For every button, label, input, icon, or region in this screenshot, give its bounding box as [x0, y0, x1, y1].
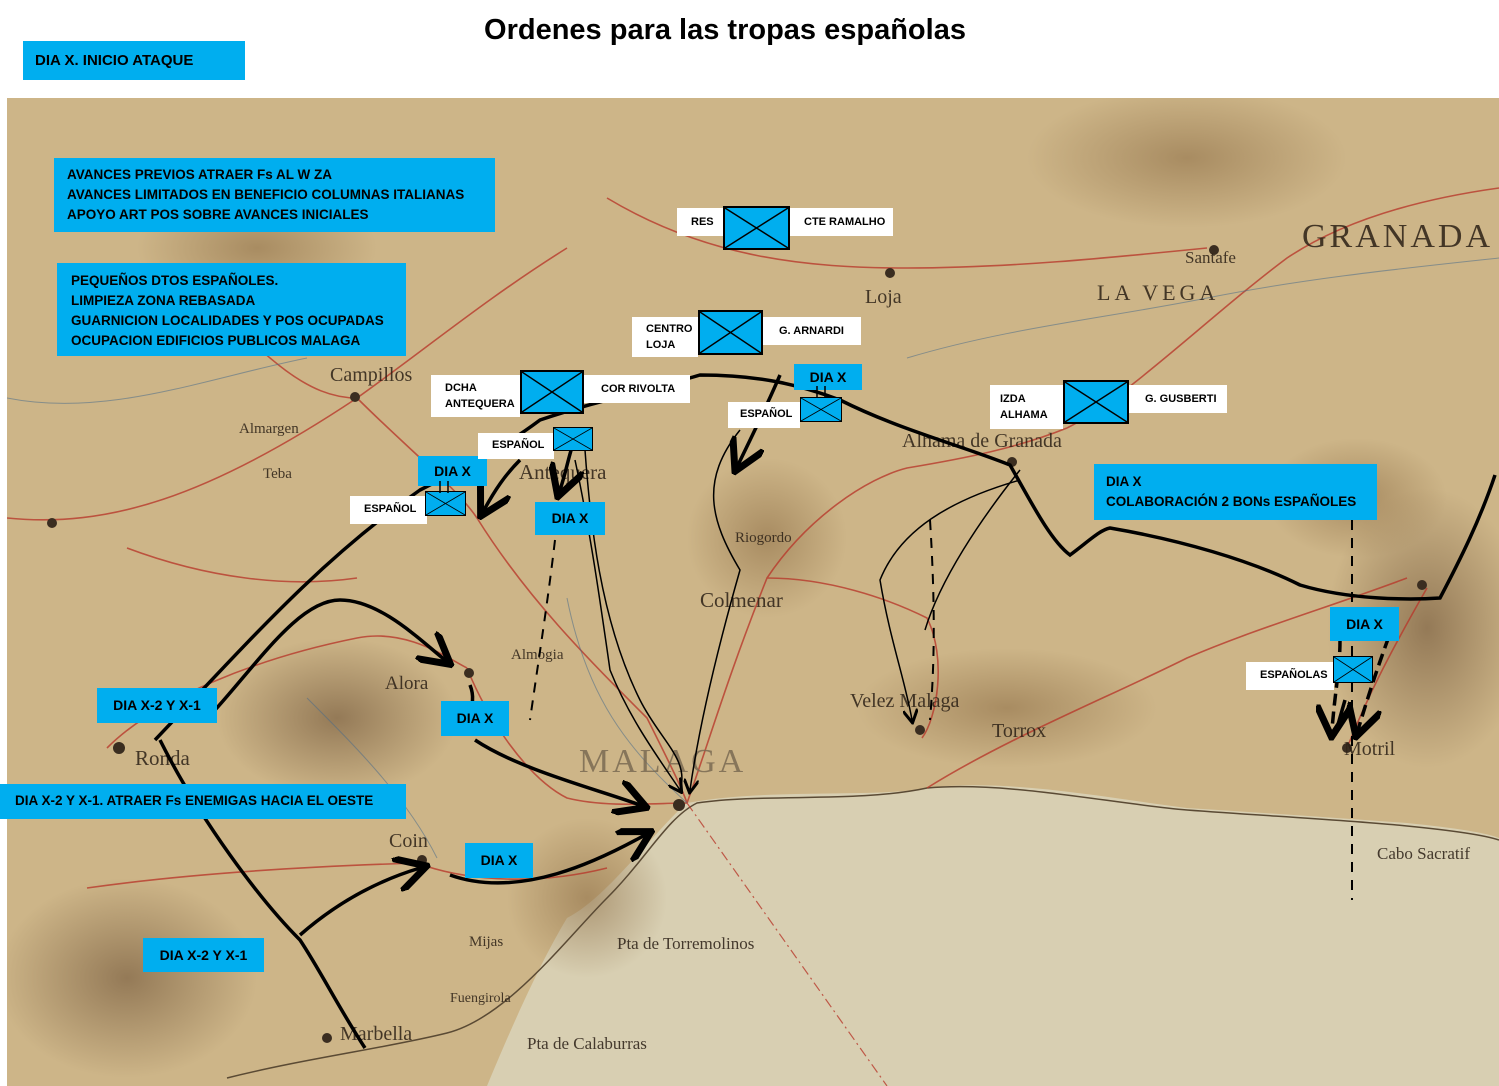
note-pequenos: PEQUEÑOS DTOS ESPAÑOLES. LIMPIEZA ZONA R…	[57, 263, 406, 356]
place-almogia: Almogia	[511, 647, 564, 663]
place-loja: Loja	[865, 286, 902, 308]
place-torrox: Torrox	[992, 720, 1047, 742]
place-santafe: Santafe	[1185, 248, 1236, 267]
place-velez: Velez Malaga	[850, 690, 960, 712]
espanol-label-2: ESPAÑOL	[478, 433, 554, 459]
place-teba: Teba	[263, 466, 292, 482]
espanol-symbol-3	[425, 491, 466, 516]
place-coin: Coin	[389, 830, 428, 852]
label-dia-x2-x1-1: DIA X-2 Y X-1	[97, 688, 217, 723]
place-alora: Alora	[385, 673, 429, 694]
header-box: DIA X. INICIO ATAQUE	[23, 41, 245, 80]
place-antequera: Antequera	[519, 460, 607, 484]
place-almargen: Almargen	[239, 421, 299, 437]
unit-antequera-commander: COR RIVOLTA	[584, 375, 690, 403]
unit-res-commander: CTE RAMALHO	[790, 208, 893, 236]
label-dia-x-4: DIA X	[1330, 607, 1399, 641]
place-torremolinos: Pta de Torremolinos	[617, 934, 755, 953]
note-avances: AVANCES PREVIOS ATRAER Fs AL W ZA AVANCE…	[54, 158, 495, 232]
unit-loja-label-line1: CENTRO	[646, 323, 693, 335]
espanol-label-3: ESPAÑOL	[350, 496, 427, 524]
note-pequenos-line1: PEQUEÑOS DTOS ESPAÑOLES.	[71, 273, 279, 288]
unit-antequera-label-line1: DCHA	[445, 382, 477, 394]
note-pequenos-line4: OCUPACION EDIFICIOS PUBLICOS MALAGA	[71, 333, 361, 348]
unit-loja-label: CENTRO LOJA	[632, 317, 698, 357]
place-campillos: Campillos	[330, 364, 413, 386]
unit-res-label: RES	[677, 208, 723, 236]
unit-res-symbol	[723, 206, 790, 250]
espanolas-label: ESPAÑOLAS	[1246, 662, 1334, 690]
espanol-symbol-1	[800, 397, 842, 422]
unit-antequera-label-line2: ANTEQUERA	[445, 398, 515, 410]
place-alhama: Alhama de Granada	[902, 430, 1062, 452]
note-avances-line2: AVANCES LIMITADOS EN BENEFICIO COLUMNAS …	[67, 187, 465, 202]
unit-loja-symbol	[698, 310, 763, 355]
note-colaboracion-line2: COLABORACIÓN 2 BONs ESPAÑOLES	[1106, 494, 1357, 509]
note-avances-line3: APOYO ART POS SOBRE AVANCES INICIALES	[67, 207, 369, 222]
place-motril: Motril	[1344, 738, 1396, 760]
unit-loja-commander: G. ARNARDI	[763, 317, 861, 345]
unit-alhama-commander: G. GUSBERTI	[1129, 385, 1227, 413]
place-fuengirola: Fuengirola	[450, 991, 511, 1006]
place-marbella: Marbella	[340, 1023, 413, 1045]
place-malaga: MALAGA	[579, 743, 747, 780]
note-pequenos-line3: GUARNICION LOCALIDADES Y POS OCUPADAS	[71, 313, 384, 328]
note-colaboracion-line1: DIA X	[1106, 474, 1142, 489]
espanol-label-1: ESPAÑOL	[728, 402, 800, 428]
unit-loja-label-line2: LOJA	[646, 339, 676, 351]
unit-alhama-label-line2: ALHAMA	[1000, 409, 1048, 421]
place-riogordo: Riogordo	[735, 530, 792, 546]
unit-alhama-label: IZDA ALHAMA	[990, 385, 1063, 429]
unit-antequera-symbol	[520, 370, 584, 414]
label-dia-x-5: DIA X	[441, 701, 509, 736]
place-ronda: Ronda	[135, 746, 190, 770]
place-granada: GRANADA	[1302, 218, 1493, 255]
espanol-tick-3	[439, 481, 449, 493]
note-avances-line1: AVANCES PREVIOS ATRAER Fs AL W ZA	[67, 167, 333, 182]
label-dia-x-6: DIA X	[465, 843, 533, 878]
note-pequenos-line2: LIMPIEZA ZONA REBASADA	[71, 293, 256, 308]
place-cabo-sacratif: Cabo Sacratif	[1377, 844, 1470, 863]
unit-alhama-label-line1: IZDA	[1000, 393, 1026, 405]
note-colaboracion: DIA X COLABORACIÓN 2 BONs ESPAÑOLES	[1094, 464, 1377, 520]
place-la-vega: LA VEGA	[1097, 280, 1220, 305]
espanolas-symbol	[1333, 656, 1373, 683]
place-calaburras: Pta de Calaburras	[527, 1034, 647, 1053]
note-oeste: DIA X-2 Y X-1. ATRAER Fs ENEMIGAS HACIA …	[0, 784, 406, 819]
label-dia-x2-x1-2: DIA X-2 Y X-1	[143, 938, 264, 972]
label-dia-x-3: DIA X	[535, 502, 605, 535]
unit-alhama-symbol	[1063, 380, 1129, 424]
place-mijas: Mijas	[469, 934, 504, 950]
espanol-symbol-2	[553, 427, 593, 451]
place-colmenar: Colmenar	[700, 588, 783, 612]
unit-antequera-label: DCHA ANTEQUERA	[431, 375, 520, 417]
espanol-tick-1	[816, 386, 826, 398]
